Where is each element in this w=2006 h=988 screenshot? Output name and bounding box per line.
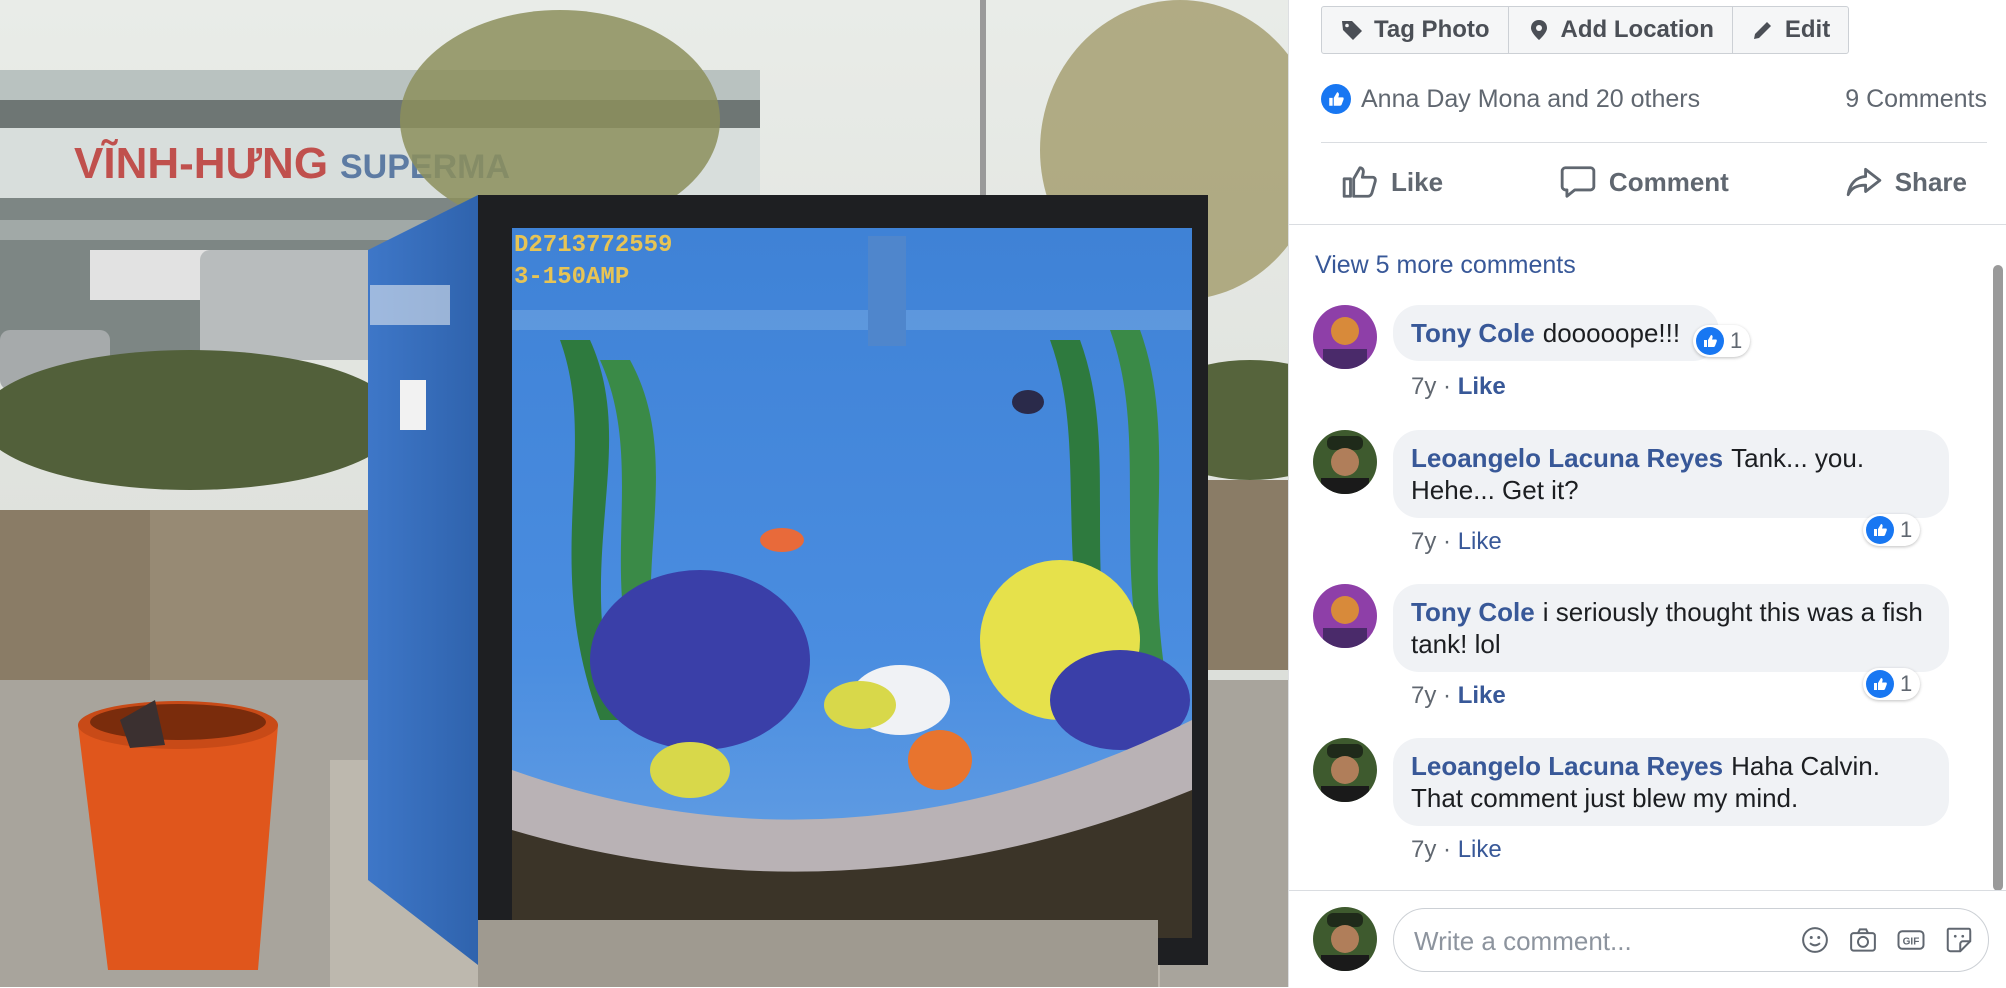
sticker-icon[interactable] — [1944, 925, 1974, 955]
comment-text: dooooope!!! — [1542, 318, 1681, 348]
add-location-button[interactable]: Add Location — [1509, 7, 1733, 53]
comment-like-link[interactable]: Like — [1458, 836, 1502, 863]
comment-bubble: Leoangelo Lacuna Reyes Tank... you. Hehe.… — [1393, 430, 1949, 518]
speech-bubble-icon — [1560, 166, 1596, 198]
view-more-comments-link[interactable]: View 5 more comments — [1315, 251, 1576, 280]
comment-bubble: Tony Cole i seriously thought this was a … — [1393, 584, 1949, 672]
pencil-icon — [1753, 22, 1771, 39]
comment-button-label: Comment — [1608, 166, 1729, 197]
reaction-summary[interactable]: Anna Day Mona and 20 others — [1321, 84, 1700, 114]
comment-author-link[interactable]: Tony Cole — [1411, 318, 1535, 348]
comment-meta: 7y · Like — [1411, 836, 1502, 863]
comment-author-link[interactable]: Tony Cole — [1411, 597, 1535, 627]
comments-scrollbar[interactable] — [1993, 265, 2003, 891]
tag-photo-button[interactable]: Tag Photo — [1322, 7, 1509, 53]
like-reaction-icon — [1321, 84, 1351, 114]
reaction-count: 1 — [1730, 328, 1743, 353]
location-pin-icon — [1530, 20, 1547, 40]
add-location-label: Add Location — [1560, 16, 1714, 43]
avatar — [1313, 907, 1377, 971]
emoji-icon[interactable] — [1800, 925, 1830, 955]
camera-icon[interactable] — [1848, 925, 1878, 955]
comment-composer: GIF — [1289, 890, 2006, 988]
like-button-label: Like — [1391, 166, 1444, 197]
comment-button[interactable]: Comment — [1539, 155, 1749, 209]
gif-icon[interactable]: GIF — [1896, 925, 1926, 955]
tag-icon — [1342, 21, 1362, 40]
comment-time[interactable]: 7y — [1411, 836, 1436, 863]
box-rating: 3-150AMP — [514, 264, 629, 291]
like-button[interactable]: Like — [1321, 155, 1463, 209]
post-sidebar: Tag Photo Add Location Edit Anna Day Mon… — [1288, 0, 2006, 988]
comment-reaction-badge[interactable]: 1 — [1693, 325, 1751, 357]
store-sign: VĨNH-HƯNG — [74, 138, 328, 188]
photo-toolbar: Tag Photo Add Location Edit — [1321, 6, 1850, 54]
avatar[interactable] — [1313, 584, 1377, 648]
box-serial: D2713772559 — [514, 232, 672, 259]
comment-meta: 7y · Like — [1411, 682, 1506, 709]
comment-author-link[interactable]: Leoangelo Lacuna Reyes — [1411, 751, 1723, 781]
svg-text:GIF: GIF — [1903, 936, 1920, 947]
composer-icons: GIF — [1800, 925, 1974, 955]
comment-like-link[interactable]: Like — [1458, 682, 1506, 709]
thumbs-up-icon — [1342, 166, 1377, 198]
photo-scene: VĨNH-HƯNG SUPERMA D2713772559 — [0, 0, 1288, 987]
share-button[interactable]: Share — [1825, 155, 1987, 209]
comment-time[interactable]: 7y — [1411, 373, 1436, 400]
reaction-count: 1 — [1900, 671, 1913, 696]
divider — [1321, 142, 1987, 143]
edit-button[interactable]: Edit — [1733, 7, 1848, 53]
comment-time[interactable]: 7y — [1411, 682, 1436, 709]
avatar[interactable] — [1313, 430, 1377, 494]
reaction-count: 1 — [1900, 517, 1913, 542]
comment-like-link[interactable]: Like — [1458, 528, 1502, 555]
tag-photo-label: Tag Photo — [1374, 16, 1490, 43]
comment-meta: 7y · Like — [1411, 373, 1506, 400]
avatar[interactable] — [1313, 305, 1377, 369]
like-reaction-icon — [1696, 327, 1724, 355]
share-button-label: Share — [1894, 166, 1967, 197]
comment-input-box[interactable]: GIF — [1393, 908, 1989, 972]
comment-like-link[interactable]: Like — [1458, 373, 1506, 400]
post-actions: Like Comment Share — [1321, 155, 1987, 209]
comment-time[interactable]: 7y — [1411, 528, 1436, 555]
comment-input[interactable] — [1412, 921, 1786, 961]
like-reaction-icon — [1866, 670, 1894, 698]
edit-label: Edit — [1784, 16, 1831, 43]
avatar[interactable] — [1313, 738, 1377, 802]
comment-author-link[interactable]: Leoangelo Lacuna Reyes — [1411, 443, 1723, 473]
comment-bubble: Leoangelo Lacuna Reyes Haha Calvin. That … — [1393, 738, 1949, 826]
comment-bubble: Tony Cole dooooope!!! — [1393, 305, 1719, 361]
comment-reaction-badge[interactable]: 1 — [1863, 514, 1921, 546]
comments-list: View 5 more comments Tony Cole dooooope!!… — [1289, 225, 1989, 893]
like-reaction-icon — [1866, 516, 1894, 544]
reactions-bar: Anna Day Mona and 20 others 9 Comments — [1321, 84, 1987, 114]
comment-reaction-badge[interactable]: 1 — [1863, 668, 1921, 700]
comments-count-link[interactable]: 9 Comments — [1845, 85, 1987, 114]
comment-meta: 7y · Like — [1411, 528, 1502, 555]
share-arrow-icon — [1846, 167, 1881, 197]
post-photo[interactable]: VĨNH-HƯNG SUPERMA D2713772559 — [0, 0, 1288, 987]
reaction-summary-text: Anna Day Mona and 20 others — [1361, 84, 1701, 113]
